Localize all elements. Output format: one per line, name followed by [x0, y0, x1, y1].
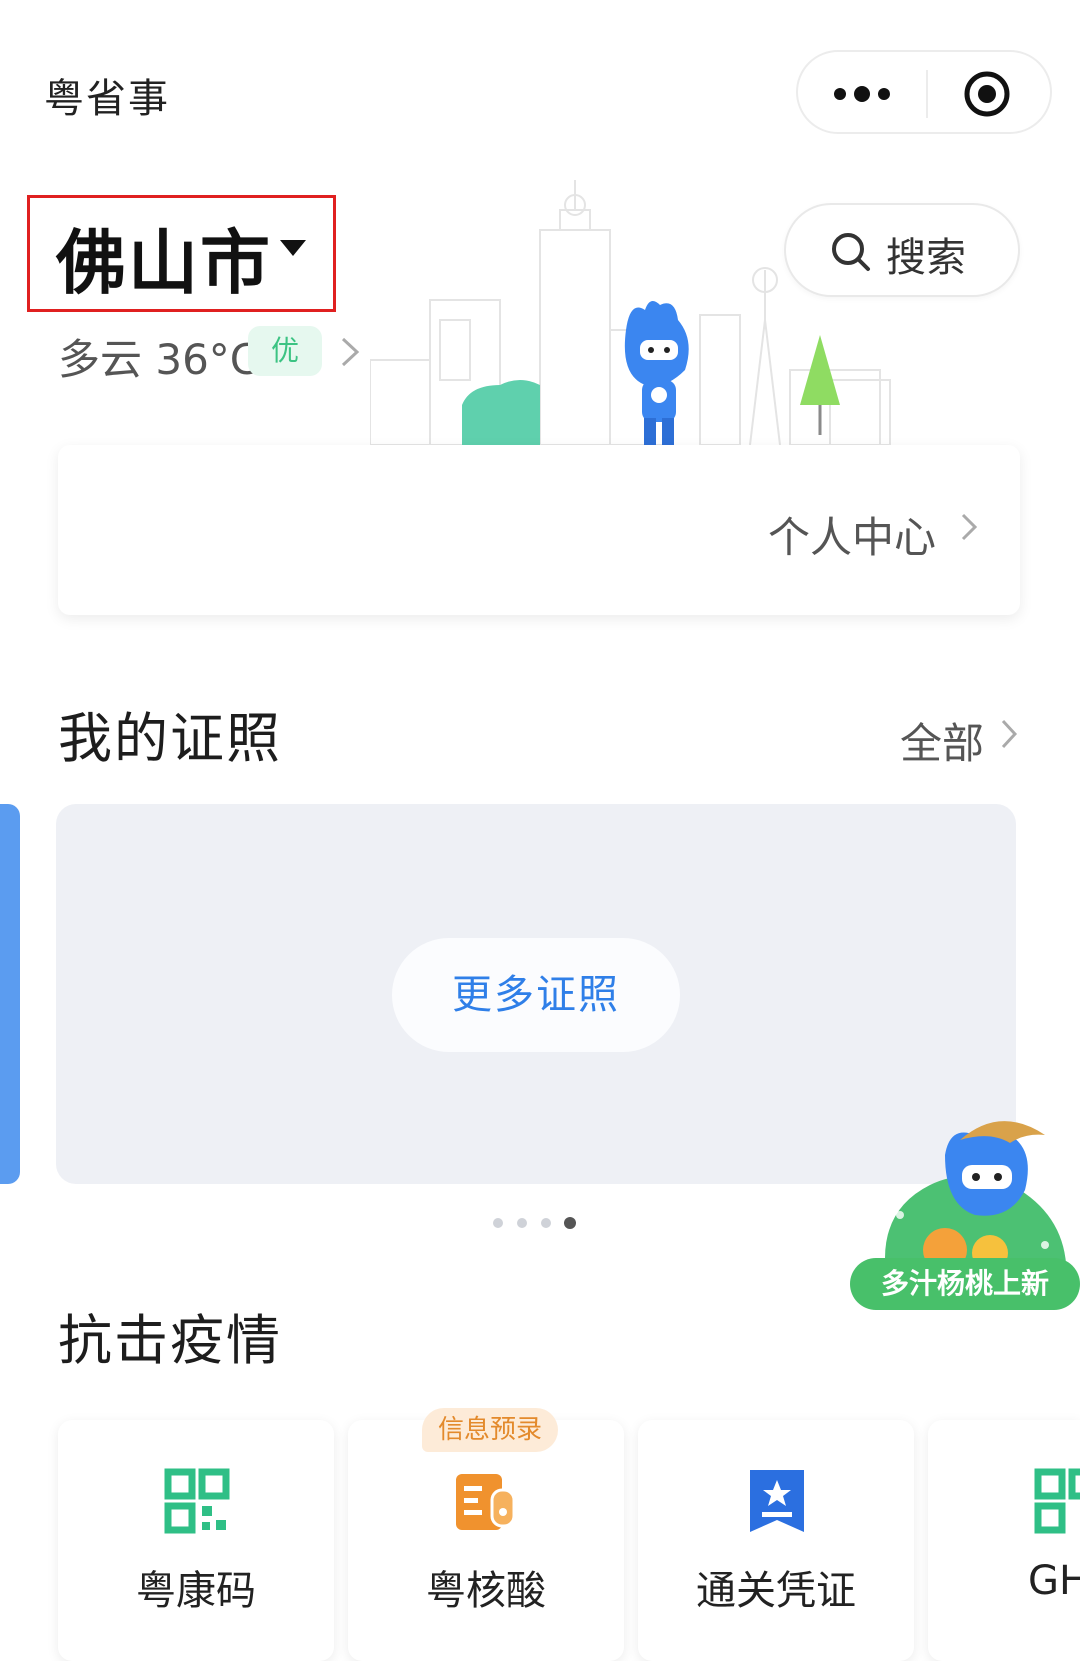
weather-text[interactable]: 多云 36°C: [58, 326, 259, 387]
close-target-icon[interactable]: [962, 69, 1012, 119]
search-icon: [832, 233, 870, 271]
service-label: 通关凭证: [696, 1568, 856, 1614]
epidemic-section-title: 抗击疫情: [58, 1309, 282, 1372]
service-label: 粤康码: [136, 1568, 256, 1614]
bookmark-star-icon: [750, 1470, 804, 1532]
service-card-nucleic-acid[interactable]: 粤核酸: [348, 1420, 624, 1661]
more-licenses-button[interactable]: 更多证照: [392, 938, 680, 1052]
service-label: GH: [1028, 1558, 1080, 1604]
qr-code-icon: [1034, 1468, 1080, 1534]
search-label: 搜索: [886, 235, 966, 281]
all-licenses-link[interactable]: 全部: [900, 710, 984, 771]
info-preentry-badge: 信息预录: [422, 1408, 558, 1452]
app-title: 粤省事: [44, 76, 170, 122]
dropdown-triangle-icon[interactable]: [280, 240, 306, 256]
personal-center-link[interactable]: 个人中心: [768, 504, 936, 565]
service-card-customs-pass[interactable]: 通关凭证: [638, 1420, 914, 1661]
chevron-right-icon[interactable]: [1000, 718, 1018, 750]
qr-code-icon: [164, 1468, 230, 1534]
capsule-divider: [926, 70, 928, 118]
service-card-gh[interactable]: GH: [928, 1420, 1080, 1661]
previous-card-peek[interactable]: [0, 804, 20, 1184]
service-label: 粤核酸: [426, 1568, 546, 1614]
promo-label[interactable]: 多汁杨桃上新: [850, 1258, 1080, 1310]
test-tube-icon: [456, 1474, 516, 1530]
air-quality-badge: 优: [248, 326, 322, 376]
licenses-section-title: 我的证照: [58, 707, 282, 770]
mini-program-capsule: [796, 50, 1052, 134]
city-selector[interactable]: 佛山市: [56, 207, 272, 308]
chevron-right-icon[interactable]: [340, 336, 360, 368]
search-button[interactable]: 搜索: [784, 203, 1020, 297]
carousel-pagination: [493, 1217, 576, 1229]
service-card-yuekang-code[interactable]: 粤康码: [58, 1420, 334, 1661]
more-icon[interactable]: [826, 74, 898, 114]
chevron-right-icon[interactable]: [960, 512, 978, 542]
